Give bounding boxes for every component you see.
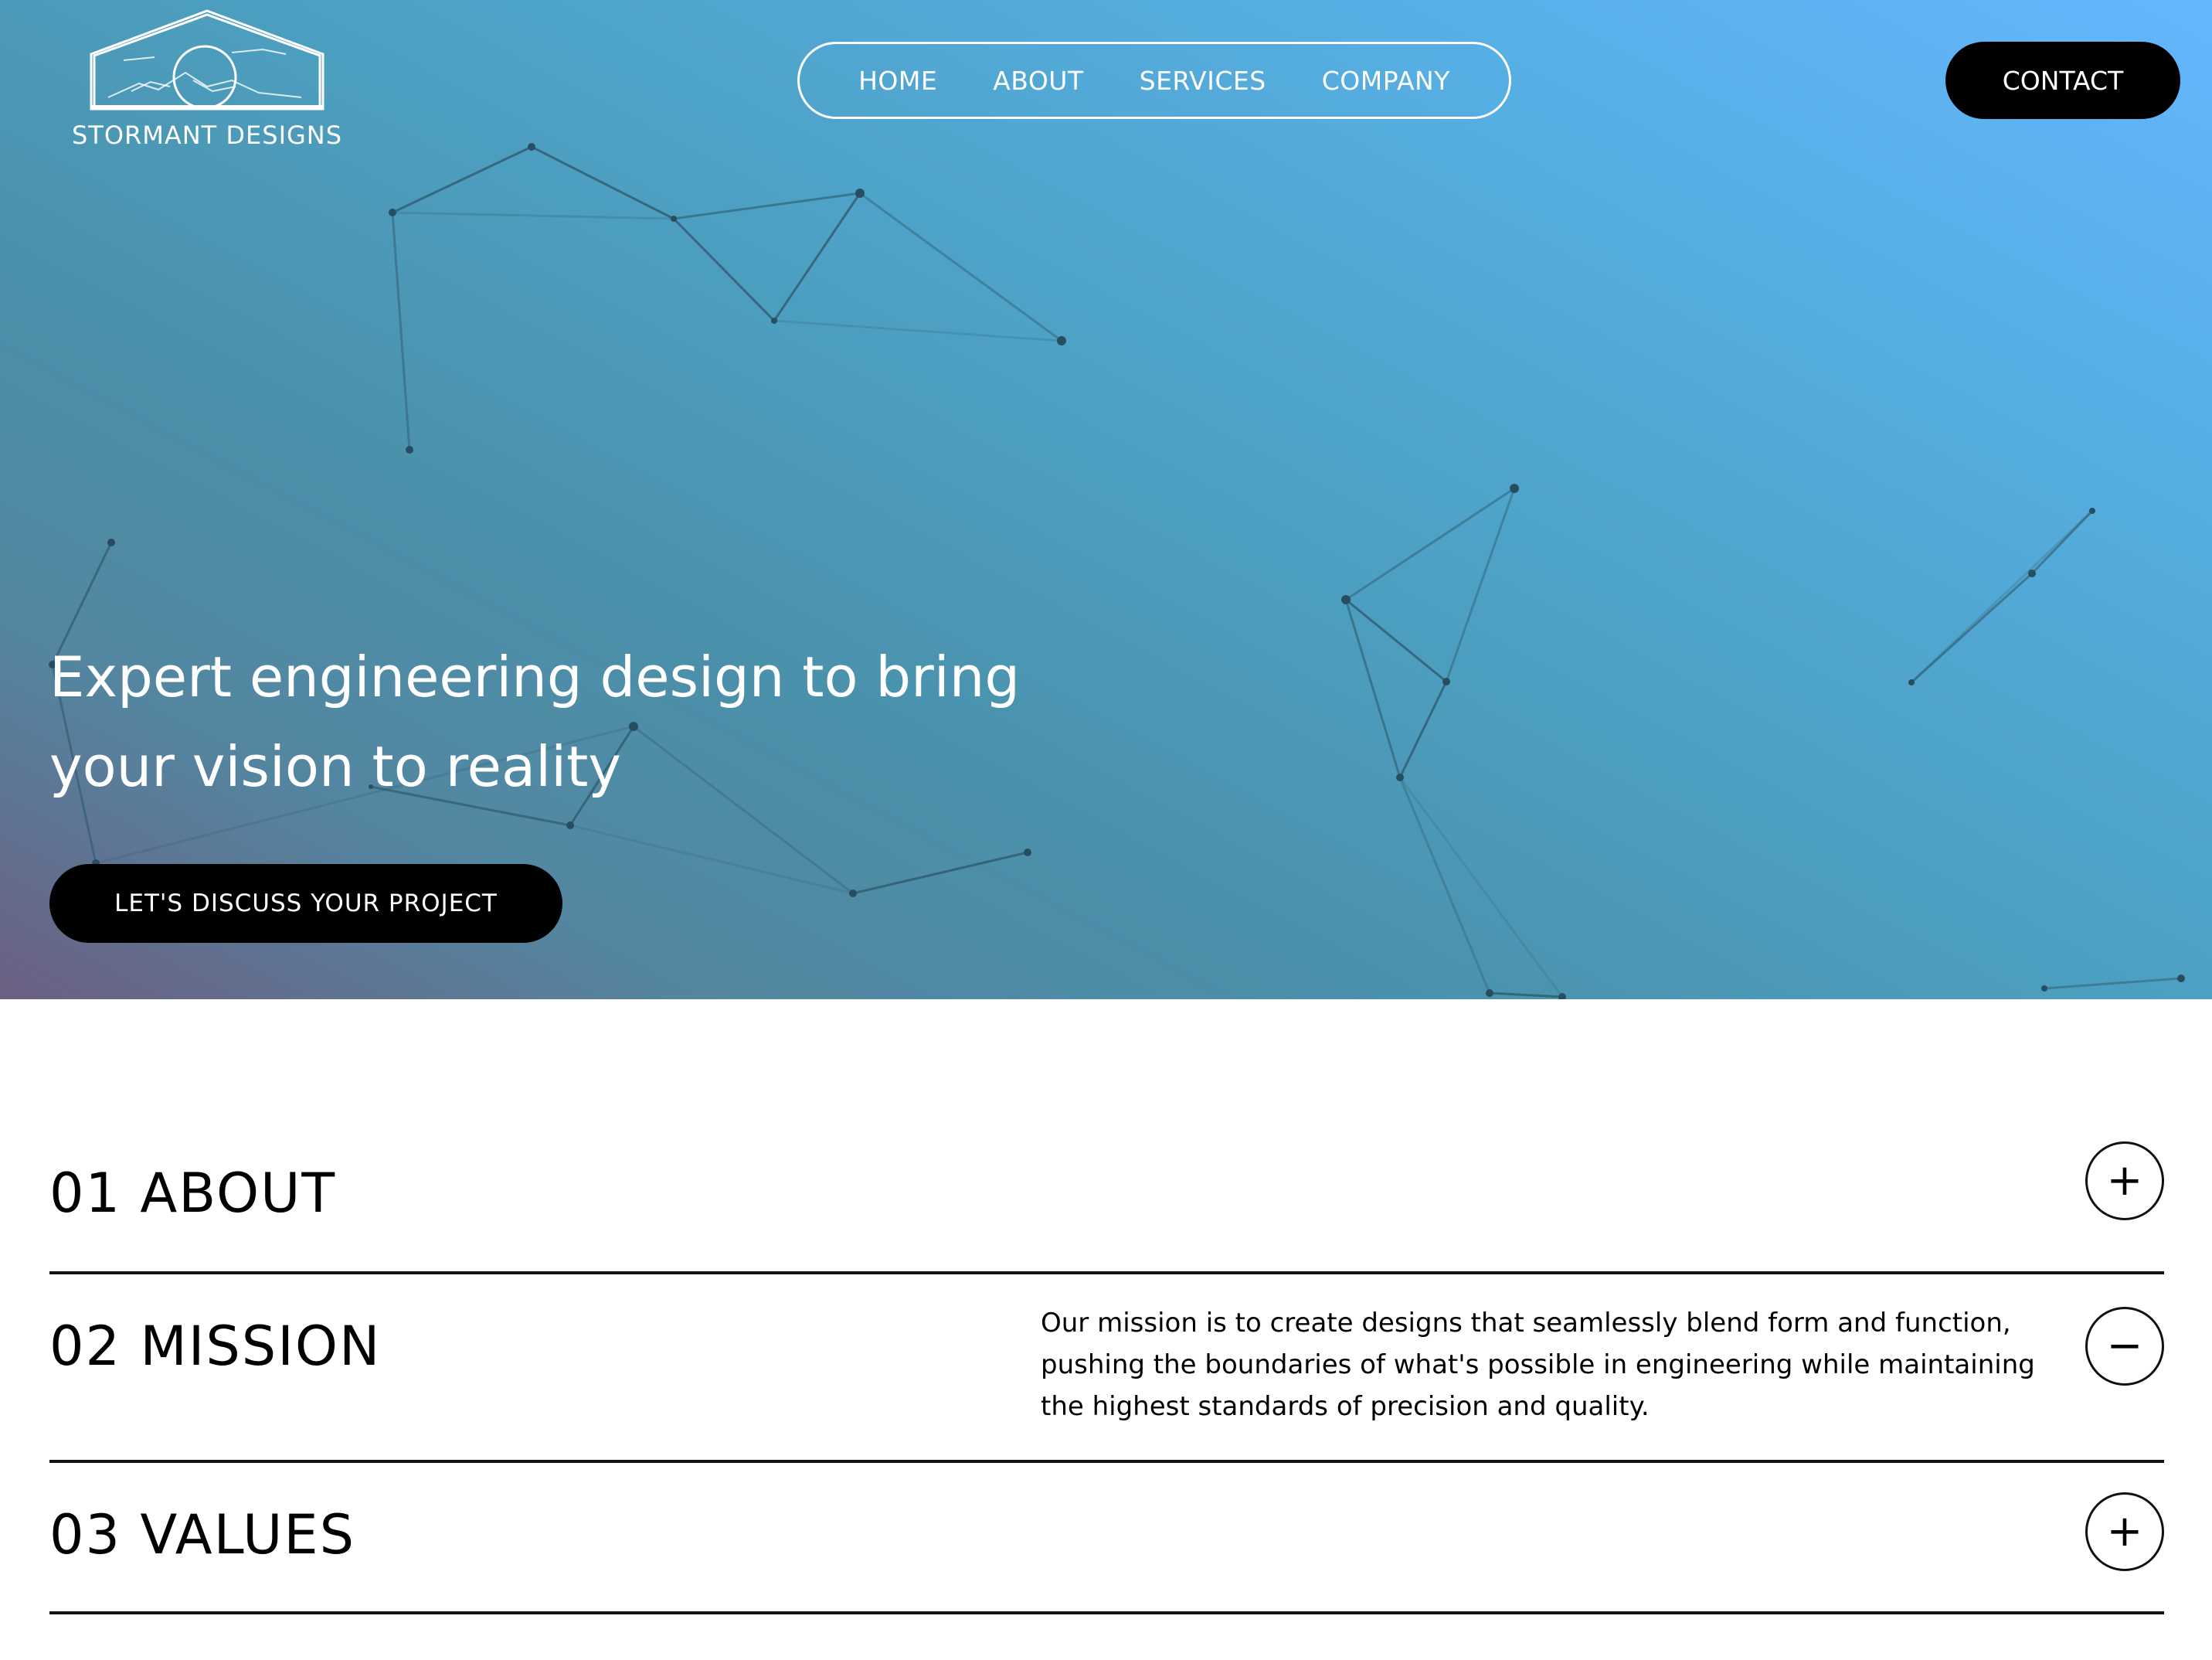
brand-logo[interactable]: STORMANT DESIGNS (70, 6, 348, 153)
hero-headline: Expert engineering design to bring your … (49, 645, 1021, 799)
accordion-item-about[interactable]: 01 ABOUT + (49, 1107, 2164, 1274)
nav-home-link[interactable]: HOME (831, 66, 965, 96)
accordion-title: 02 MISSION (49, 1315, 382, 1378)
hero-section: STORMANT DESIGNS HOME ABOUT SERVICES COM… (0, 0, 2212, 999)
brand-name: STORMANT DESIGNS (71, 121, 343, 150)
minus-icon[interactable]: − (2085, 1307, 2164, 1386)
accordion-item-mission[interactable]: 02 MISSION Our mission is to create desi… (49, 1274, 2164, 1463)
mission-description: Our mission is to create designs that se… (1041, 1308, 2035, 1422)
nav-about-link[interactable]: ABOUT (965, 66, 1111, 96)
mountain-house-logo-icon (90, 9, 324, 111)
accordion-item-values[interactable]: 03 VALUES + (49, 1463, 2164, 1614)
contact-button[interactable]: CONTACT (1945, 42, 2180, 119)
main-nav: HOME ABOUT SERVICES COMPANY (797, 42, 1511, 119)
nav-services-link[interactable]: SERVICES (1112, 66, 1294, 96)
discuss-project-button[interactable]: LET'S DISCUSS YOUR PROJECT (49, 864, 562, 943)
accordion-title: 03 VALUES (49, 1503, 356, 1566)
nav-company-link[interactable]: COMPANY (1294, 66, 1478, 96)
plus-icon[interactable]: + (2085, 1141, 2164, 1220)
accordion-title: 01 ABOUT (49, 1162, 337, 1225)
plus-icon[interactable]: + (2085, 1492, 2164, 1571)
